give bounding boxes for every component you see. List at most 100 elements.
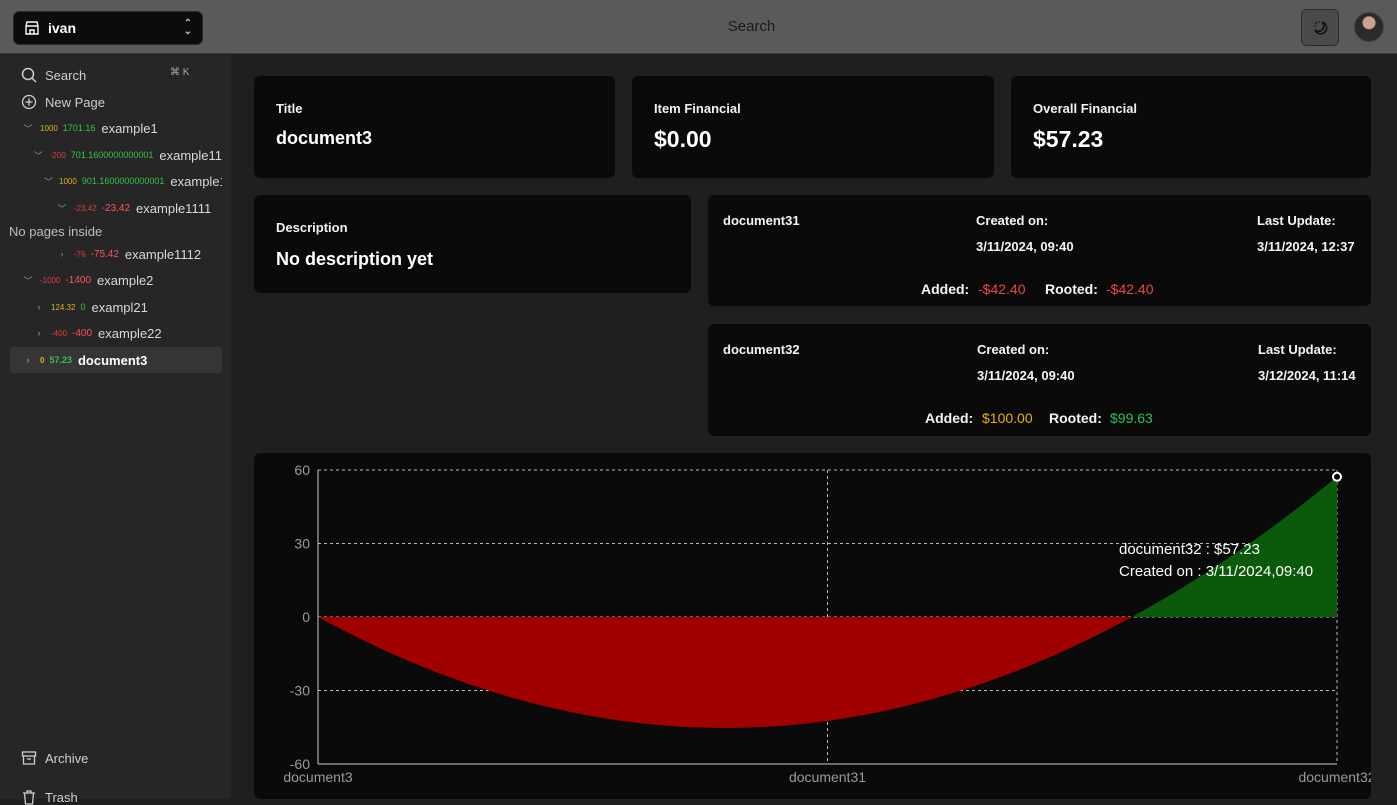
chevron-right-icon[interactable]: › <box>22 355 34 365</box>
updated-value: 3/12/2024, 11:14 <box>1258 368 1356 383</box>
archive-label: Archive <box>45 750 89 766</box>
theme-toggle-button[interactable] <box>1301 9 1339 46</box>
tree-item-total: 901.1600000000001 <box>81 176 165 186</box>
tree-item-total: 57.23 <box>49 355 72 365</box>
y-tick-label: -30 <box>290 683 310 699</box>
tree-item-total: 1701.16 <box>62 123 96 133</box>
trash-button[interactable]: Trash <box>21 789 78 805</box>
tree-item-amount: -200 <box>49 150 66 160</box>
updated-label: Last Update: <box>1258 342 1337 357</box>
added-label: Added: <box>921 281 970 297</box>
tree-item-amount: 0 <box>40 355 45 365</box>
tree-item-label: example11 <box>159 147 222 163</box>
title-value: document3 <box>276 128 373 148</box>
tree-item-label: example1 <box>101 120 158 136</box>
tree-item-example11[interactable]: ﹀ -200 701.1600000000001 example11 <box>33 142 222 168</box>
sidebar: Search ⌘ K New Page ﹀ 1000 1701.16 examp… <box>0 55 231 805</box>
item-financial-card: Item Financial $0.00 <box>632 76 994 178</box>
trash-label: Trash <box>45 789 78 805</box>
tree-item-amount: 1000 <box>40 123 58 133</box>
created-value: 3/11/2024, 09:40 <box>976 239 1074 254</box>
created-label: Created on: <box>976 213 1049 228</box>
tree-item-total: -1400 <box>65 274 92 286</box>
tree-item-example1112[interactable]: › -76 -75.42 example1112 <box>56 241 222 267</box>
chevron-down-icon[interactable]: ﹀ <box>33 149 44 162</box>
series-area-negative <box>318 617 1134 728</box>
search-icon <box>21 67 37 83</box>
updated-value: 3/11/2024, 12:37 <box>1257 239 1355 254</box>
tree-item-label: example2 <box>97 272 154 288</box>
tree-item-amount: -23.42 <box>74 203 97 213</box>
data-point <box>1332 471 1342 482</box>
tree-item-label: example1112 <box>124 246 202 262</box>
tree-item-example1111[interactable]: ﹀ -23.42 -23.42 example1111 <box>56 195 222 221</box>
tree-item-total: -75.42 <box>90 248 119 260</box>
x-tick-label: document32 <box>1298 769 1371 785</box>
added-label: Added: <box>925 410 974 426</box>
y-tick-label: 30 <box>294 536 310 552</box>
doc-card-document31[interactable]: document31 Created on: 3/11/2024, 09:40 … <box>708 195 1371 306</box>
x-tick-label: document31 <box>789 769 866 785</box>
tree-item-amount: -1000 <box>40 275 61 285</box>
x-tick-label: document3 <box>283 769 352 785</box>
tree-item-total: -23.42 <box>101 202 131 214</box>
user-avatar[interactable] <box>1354 12 1384 42</box>
top-bar: ivan ⌃ ⌄ Search <box>0 0 1397 54</box>
description-value: No description yet <box>276 249 434 269</box>
tooltip-line1: document32 : $57.23 <box>1119 541 1260 558</box>
chevron-down-icon[interactable]: ﹀ <box>44 175 53 188</box>
doc-card-document32[interactable]: document32 Created on: 3/11/2024, 09:40 … <box>708 324 1371 436</box>
tree-item-example2[interactable]: ﹀ -1000 -1400 example2 <box>22 267 222 293</box>
item-financial-label: Item Financial <box>654 101 741 116</box>
tree-item-example1[interactable]: ﹀ 1000 1701.16 example1 <box>22 115 222 141</box>
tree-item-label: example1111 <box>136 200 212 216</box>
title-label: Title <box>276 101 303 116</box>
chevron-down-icon[interactable]: ﹀ <box>22 122 34 135</box>
tree-item-total: 701.1600000000001 <box>70 150 154 160</box>
tree-item-amount: 1000 <box>59 176 77 186</box>
tree-item-label: exampl21 <box>91 299 148 315</box>
chevron-right-icon[interactable]: › <box>33 302 45 312</box>
no-pages-inside: No pages inside <box>9 224 103 239</box>
tree-item-label: document3 <box>77 352 148 368</box>
tooltip-line2: Created on : 3/11/2024,09:40 <box>1119 563 1313 580</box>
moon-icon <box>1314 20 1328 35</box>
y-tick-label: 0 <box>302 609 310 625</box>
chevron-down-icon[interactable]: ﹀ <box>22 274 34 287</box>
tree-item-label: example22 <box>98 325 162 341</box>
tree-item-amount: -76 <box>74 249 86 259</box>
tree-item-example22[interactable]: › -400 -400 example22 <box>33 320 222 346</box>
description-label: Description <box>276 220 348 235</box>
new-page-button[interactable]: New Page <box>21 94 105 110</box>
y-tick-label: 60 <box>294 462 310 478</box>
added-value: -$42.40 <box>978 281 1026 297</box>
created-value: 3/11/2024, 09:40 <box>977 368 1075 383</box>
tree-item-amount: -400 <box>51 328 68 338</box>
sidebar-search-label: Search <box>45 67 87 83</box>
chart-svg[interactable]: 60300-30-60document3 document31 document32… <box>254 453 1375 799</box>
chevron-right-icon[interactable]: › <box>33 328 45 338</box>
tree-item-label: example111 <box>170 173 222 189</box>
item-financial-value: $0.00 <box>654 126 712 152</box>
updated-label: Last Update: <box>1257 213 1336 228</box>
chevron-down-icon[interactable]: ﹀ <box>56 202 68 215</box>
sidebar-search[interactable]: Search <box>21 67 86 83</box>
added-value: $100.00 <box>982 410 1033 426</box>
tree-item-total: 0 <box>80 302 86 312</box>
archive-icon <box>21 751 37 765</box>
top-search[interactable]: Search <box>0 18 1397 35</box>
tree-item-document3[interactable]: › 0 57.23 document3 <box>22 347 222 373</box>
rooted-value: $99.63 <box>1110 410 1153 426</box>
plus-circle-icon <box>21 94 37 110</box>
tree-item-example111[interactable]: ﹀ 1000 901.1600000000001 example111 <box>44 168 222 194</box>
doc-name: document31 <box>723 213 800 228</box>
search-shortcut: ⌘ K <box>170 67 190 78</box>
financial-chart[interactable]: 60 30 0 -30 -60 document3 document31 document32… <box>254 453 1376 799</box>
overall-financial-value: $57.23 <box>1033 126 1104 152</box>
chevron-right-icon[interactable]: › <box>56 249 68 259</box>
archive-button[interactable]: Archive <box>21 750 88 766</box>
description-card: Description No description yet <box>254 195 691 293</box>
title-card: Title document3 <box>254 76 615 178</box>
tree-item-exampl21[interactable]: › 124.32 0 exampl21 <box>33 294 222 320</box>
rooted-value: -$42.40 <box>1106 281 1154 297</box>
